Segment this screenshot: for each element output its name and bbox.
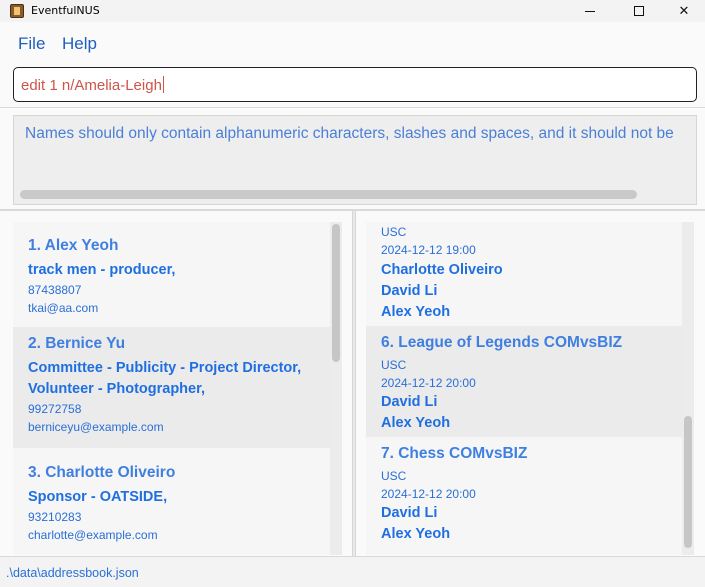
person-card[interactable]: 3. Charlotte Oliveiro Sponsor - OATSIDE,… [13,448,330,555]
menu-file[interactable]: File [18,34,45,54]
menu-help[interactable]: Help [62,34,97,54]
scrollbar-thumb[interactable] [332,224,340,362]
person-email: berniceyu@example.com [28,420,164,434]
person-tag: track men - producer, [28,262,176,278]
event-list-panel: USC 2024-12-12 19:00 Charlotte Oliveiro … [356,211,705,556]
minimize-icon [585,10,595,12]
person-card[interactable]: 1. Alex Yeoh track men - producer, 87438… [13,222,330,327]
event-participant: David Li [381,505,438,521]
event-participant: Alex Yeoh [381,415,451,431]
person-name: 1. Alex Yeoh [28,237,119,254]
person-tag: Volunteer - Photographer, [28,381,205,397]
close-icon: ✕ [678,3,690,19]
event-participant: Alex Yeoh [381,526,451,542]
app-icon [10,4,24,18]
person-email: charlotte@example.com [28,528,158,542]
event-name: 6. League of Legends COMvsBIZ [381,334,623,351]
event-name: 7. Chess COMvsBIZ [381,445,528,462]
command-text: edit 1 n/Amelia-Leigh [21,77,162,94]
event-participant: David Li [381,394,438,410]
event-venue: USC [381,469,407,483]
person-card[interactable]: 2. Bernice Yu Committee - Publicity - Pr… [13,327,330,448]
result-message: Names should only contain alphanumeric c… [25,125,674,142]
person-list-panel: 1. Alex Yeoh track men - producer, 87438… [0,211,352,556]
event-participant: Alex Yeoh [381,304,451,320]
person-name: 2. Bernice Yu [28,335,126,352]
result-display: Names should only contain alphanumeric c… [13,115,697,205]
window-title: EventfulNUS [31,4,100,17]
person-list[interactable]: 1. Alex Yeoh track men - producer, 87438… [13,222,330,555]
person-name: 3. Charlotte Oliveiro [28,464,176,481]
result-horizontal-scrollbar[interactable] [20,190,637,199]
event-participant: David Li [381,283,438,299]
save-location: .\data\addressbook.json [6,566,139,580]
event-list-scrollbar[interactable] [682,222,694,555]
title-bar: EventfulNUS ✕ [0,0,705,22]
maximize-button[interactable] [616,0,662,22]
minimize-button[interactable] [567,0,613,22]
maximize-icon [634,6,644,16]
scrollbar-thumb[interactable] [684,416,692,548]
event-card[interactable]: USC 2024-12-12 19:00 Charlotte Oliveiro … [366,222,682,326]
person-tag: Committee - Publicity - Project Director… [28,360,302,376]
status-bar: .\data\addressbook.json [0,556,705,587]
event-list[interactable]: USC 2024-12-12 19:00 Charlotte Oliveiro … [366,222,682,555]
person-email: tkai@aa.com [28,301,99,315]
person-list-scrollbar[interactable] [330,222,342,555]
event-card[interactable]: 7. Chess COMvsBIZ USC 2024-12-12 20:00 D… [366,437,682,555]
event-datetime: 2024-12-12 19:00 [381,243,476,257]
person-phone: 87438807 [28,283,82,297]
menu-bar: File Help [0,22,705,64]
event-datetime: 2024-12-12 20:00 [381,376,476,390]
person-phone: 93210283 [28,510,82,524]
event-datetime: 2024-12-12 20:00 [381,487,476,501]
event-venue: USC [381,225,407,239]
event-participant: Charlotte Oliveiro [381,262,503,278]
command-input[interactable]: edit 1 n/Amelia-Leigh [13,67,697,102]
result-display-area: Names should only contain alphanumeric c… [0,109,705,210]
event-venue: USC [381,358,407,372]
event-card[interactable]: 6. League of Legends COMvsBIZ USC 2024-1… [366,326,682,437]
person-tag: Sponsor - OATSIDE, [28,489,168,505]
command-box-area: edit 1 n/Amelia-Leigh [0,64,705,108]
close-button[interactable]: ✕ [661,0,705,22]
text-caret [162,76,164,93]
person-phone: 99272758 [28,402,82,416]
